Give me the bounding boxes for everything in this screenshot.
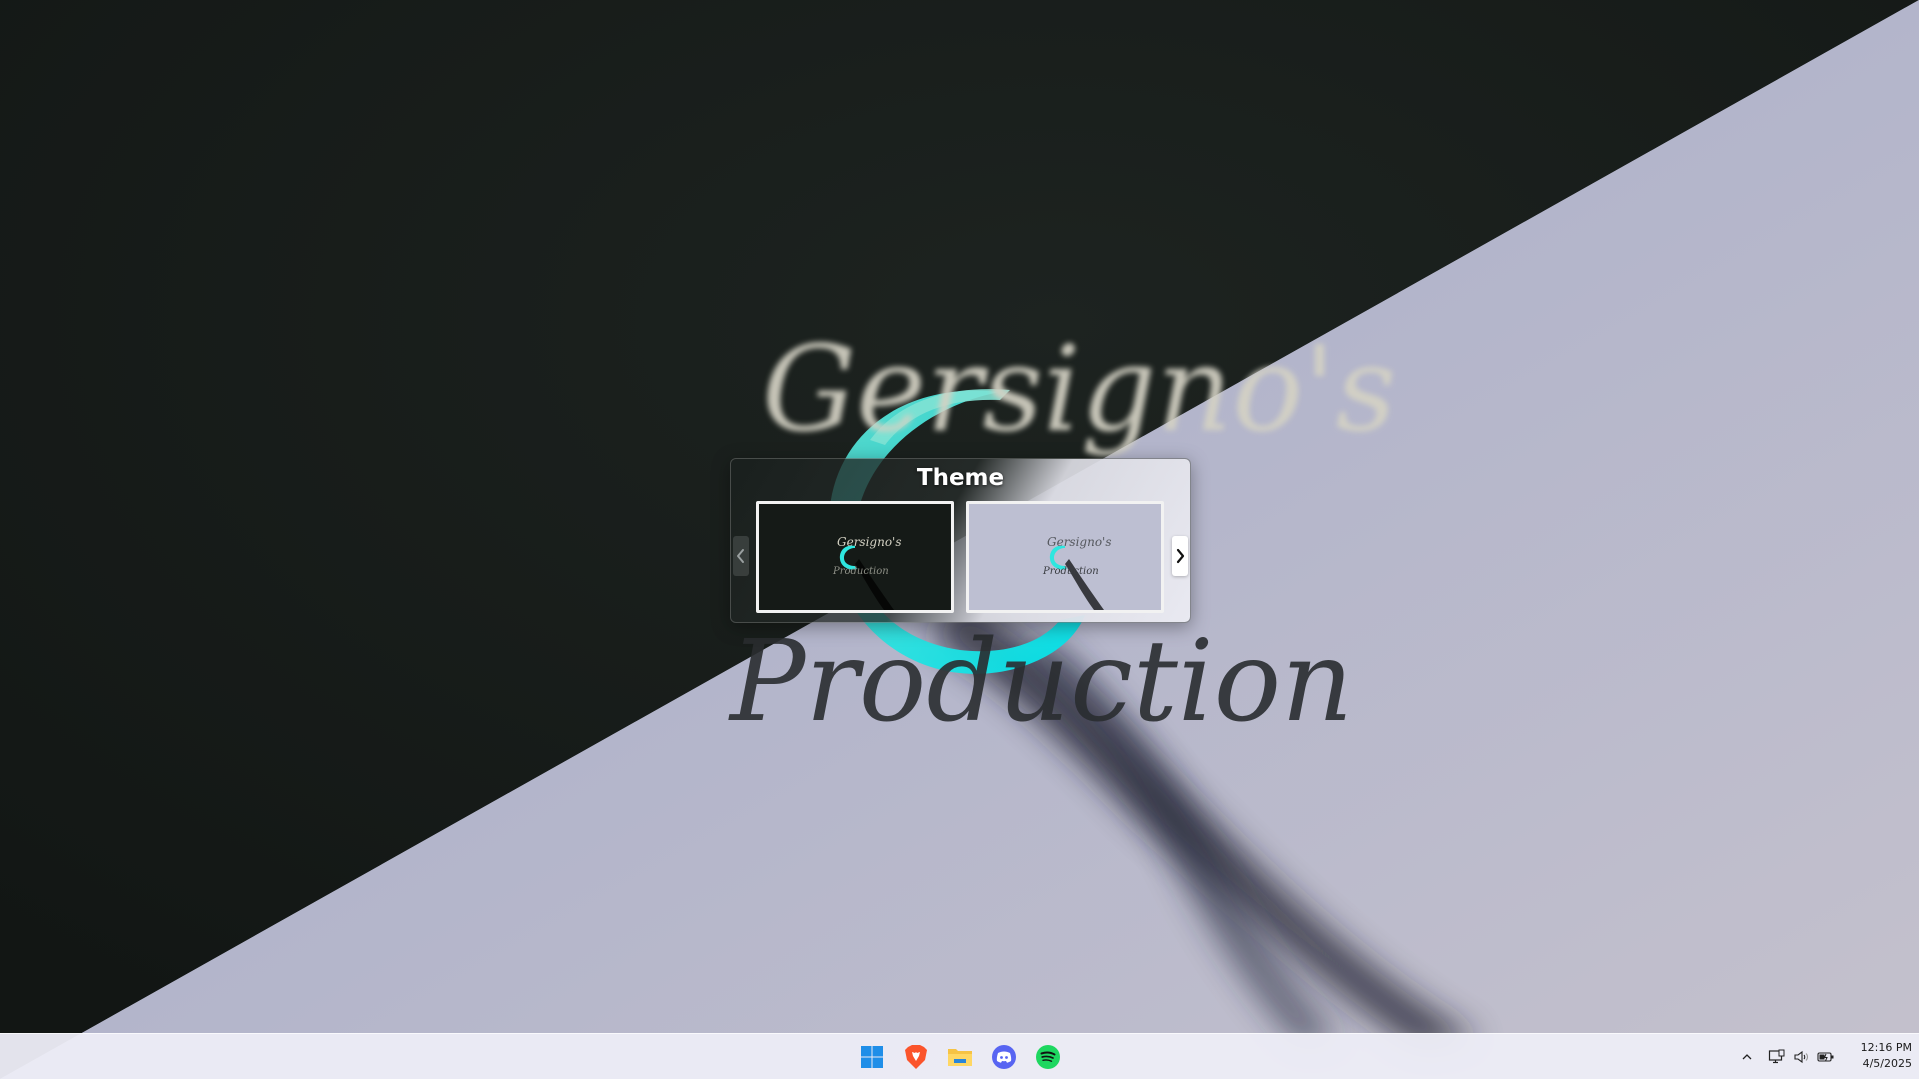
next-theme-button[interactable] xyxy=(1172,536,1188,576)
volume-tray-button[interactable] xyxy=(1790,1046,1812,1068)
light-preview-logo-line2: Production xyxy=(1042,566,1099,577)
spotify-icon xyxy=(1036,1045,1060,1069)
clock-date: 4/5/2025 xyxy=(1862,1057,1912,1070)
windows-start-icon xyxy=(861,1046,883,1068)
theme-popup-title: Theme xyxy=(916,465,1005,491)
logo-line2-text: Production xyxy=(728,617,1353,747)
chevron-right-icon xyxy=(1176,548,1185,564)
taskbar: 12:16 PM 4/5/2025 xyxy=(0,1033,1919,1079)
folder-icon xyxy=(948,1049,972,1066)
brave-browser-icon xyxy=(905,1045,927,1069)
clock-time: 12:16 PM xyxy=(1860,1041,1912,1054)
logo-line1-text: Gersigno's xyxy=(762,320,1396,458)
network-tray-button[interactable] xyxy=(1766,1046,1788,1068)
speaker-icon xyxy=(1794,1050,1809,1064)
theme-option-dark[interactable]: Gersigno's Production xyxy=(756,501,954,613)
dark-preview-logo-line1: Gersigno's xyxy=(837,535,902,549)
spotify-taskbar-button[interactable] xyxy=(1032,1041,1064,1073)
chevron-up-icon xyxy=(1742,1054,1752,1060)
previous-theme-button[interactable] xyxy=(733,536,749,576)
light-theme-preview: Gersigno's Production xyxy=(969,504,1161,610)
theme-option-light[interactable]: Gersigno's Production xyxy=(966,501,1164,613)
dark-theme-preview: Gersigno's Production xyxy=(759,504,951,610)
network-icon xyxy=(1768,1049,1785,1064)
discord-taskbar-button[interactable] xyxy=(988,1041,1020,1073)
light-preview-logo-line1: Gersigno's xyxy=(1047,535,1112,549)
discord-icon xyxy=(992,1045,1016,1069)
file-explorer-taskbar-button[interactable] xyxy=(944,1041,976,1073)
theme-switcher-popup: Theme Gersigno's Production Gersigno's P… xyxy=(730,458,1191,623)
chevron-left-icon xyxy=(737,549,744,563)
start-button[interactable] xyxy=(856,1041,888,1073)
battery-icon xyxy=(1817,1052,1834,1062)
dark-preview-logo-line2: Production xyxy=(832,566,889,577)
brave-taskbar-button[interactable] xyxy=(900,1041,932,1073)
desktop: Gersigno's Production Theme Gersigno's P… xyxy=(0,0,1919,1079)
battery-tray-button[interactable] xyxy=(1815,1046,1837,1068)
taskbar-clock[interactable]: 12:16 PM 4/5/2025 xyxy=(1846,1040,1912,1072)
show-hidden-icons-button[interactable] xyxy=(1736,1046,1758,1068)
